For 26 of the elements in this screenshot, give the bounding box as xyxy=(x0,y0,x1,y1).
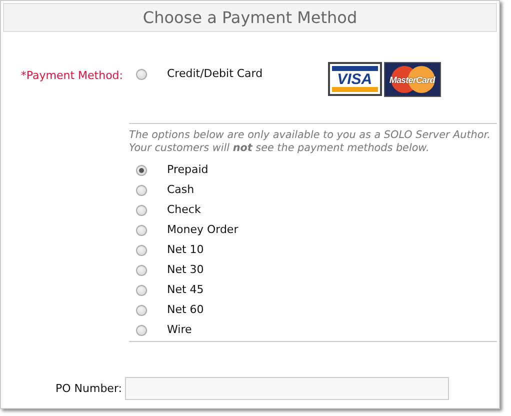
radio-button[interactable] xyxy=(136,325,147,336)
page-title: Choose a Payment Method xyxy=(142,8,358,27)
option-label: Credit/Debit Card xyxy=(167,67,263,80)
radio-button[interactable] xyxy=(136,285,147,296)
radio-button[interactable] xyxy=(136,185,147,196)
note-text: The options below are only available to you as a SOLO Server Author. Your customers will not see the payment methods below. xyxy=(129,129,492,155)
option-label: Net 60 xyxy=(167,303,204,316)
field-label: *Payment Method: xyxy=(20,68,124,84)
radio-button[interactable] xyxy=(136,69,147,80)
field-label: PO Number: xyxy=(54,382,123,395)
option-label: Net 10 xyxy=(167,243,204,256)
option-label: Net 45 xyxy=(167,283,204,296)
option-label: Wire xyxy=(167,323,192,336)
option-label: Money Order xyxy=(167,223,238,236)
radio-button[interactable] xyxy=(136,245,147,256)
radio-button[interactable] xyxy=(136,165,147,176)
option-label: Cash xyxy=(167,183,194,196)
option-label: Prepaid xyxy=(167,163,208,176)
radio-button[interactable] xyxy=(136,305,147,316)
radio-button[interactable] xyxy=(136,265,147,276)
option-label: Net 30 xyxy=(167,263,204,276)
option-label: Check xyxy=(167,203,201,216)
po-number-field[interactable] xyxy=(125,377,449,400)
card-logo: VISA xyxy=(328,62,382,96)
radio-button[interactable] xyxy=(136,205,147,216)
radio-button[interactable] xyxy=(136,225,147,236)
